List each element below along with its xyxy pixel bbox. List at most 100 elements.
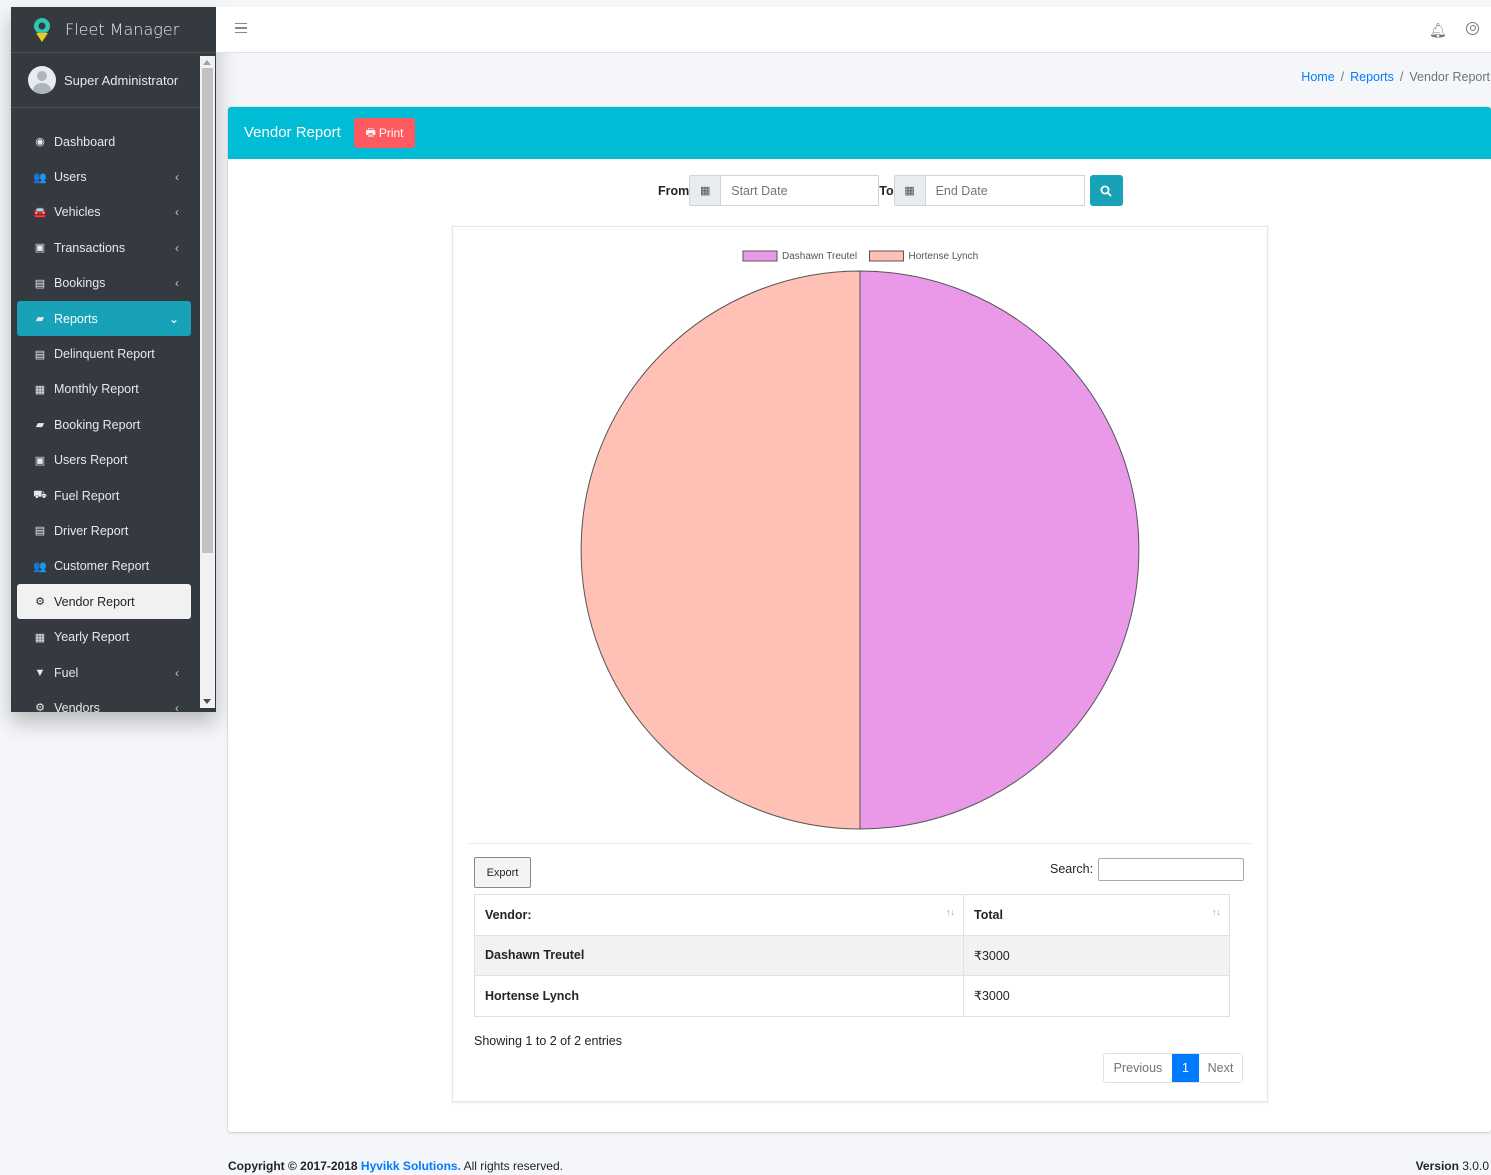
sidebar-item-users[interactable]: 👥 Users ‹ xyxy=(17,159,191,194)
sidebar-item-label: Vendor Report xyxy=(54,594,135,609)
sidebar-item-label: Transactions xyxy=(54,240,126,255)
chevron-icon: ‹ xyxy=(175,170,179,185)
sidebar-item-dashboard[interactable]: ◉ Dashboard xyxy=(17,124,191,159)
calendar-icon[interactable]: ▦ xyxy=(689,175,722,206)
to-label: To xyxy=(879,183,894,198)
sidebar-nav: ◉ Dashboard 👥 Users ‹ 🚘 Vehicles ‹ ▣ Transactions… xyxy=(17,124,191,712)
calendar-icon: ▦ xyxy=(34,383,46,396)
legend-swatch[interactable] xyxy=(869,250,904,262)
calendar-icon[interactable]: ▦ xyxy=(893,175,926,206)
menu-toggle-icon[interactable] xyxy=(235,23,247,33)
pagination: Previous 1 Next xyxy=(1103,1053,1243,1083)
filter-icon: ▼ xyxy=(34,666,46,679)
total-cell: ₹3000 xyxy=(963,975,1230,1017)
sidebar-item-label: Booking Report xyxy=(54,417,141,432)
search-icon xyxy=(1100,185,1112,197)
user-panel[interactable]: Super Administrator xyxy=(11,53,208,108)
brand-title: Fleet Manager xyxy=(65,20,180,39)
vendor-table: Vendor: ↑↓ Total ↑↓ Dashawn Treutel ₹3000 … xyxy=(474,894,1230,1017)
bell-icon[interactable]: 🔔︎ xyxy=(1429,22,1447,39)
previous-page-button[interactable]: Previous xyxy=(1104,1054,1172,1082)
sidebar-item-label: Customer Report xyxy=(54,559,150,574)
legend-swatch[interactable] xyxy=(742,250,778,262)
user-menu-icon[interactable] xyxy=(1466,22,1479,35)
pie-slice[interactable] xyxy=(580,270,861,830)
sidebar-item-label: Monthly Report xyxy=(54,382,139,397)
sidebar-item-driver-report[interactable]: ▤ Driver Report xyxy=(17,513,191,548)
brand[interactable]: Fleet Manager xyxy=(11,7,216,53)
sidebar-item-customer-report[interactable]: 👥 Customer Report xyxy=(17,549,191,584)
scroll-up-arrow-icon[interactable] xyxy=(203,60,211,65)
breadcrumb-current: Vendor Report xyxy=(1409,70,1490,84)
end-date-input[interactable] xyxy=(925,175,1085,206)
copyright-text: Copyright © 2017-2018 xyxy=(228,1159,358,1173)
sidebar-item-vehicles[interactable]: 🚘 Vehicles ‹ xyxy=(17,195,191,230)
sidebar-item-delinquent-report[interactable]: ▤ Delinquent Report xyxy=(17,336,191,371)
chevron-icon: ‹ xyxy=(175,276,179,291)
sidebar-item-vendors[interactable]: ⚙ Vendors ‹ xyxy=(17,690,191,712)
search-button[interactable] xyxy=(1089,175,1123,206)
next-page-button[interactable]: Next xyxy=(1199,1054,1242,1082)
sidebar-item-label: Fuel Report xyxy=(54,488,120,503)
sort-icon: ↑↓ xyxy=(946,907,955,917)
chevron-icon: ‹ xyxy=(175,700,179,712)
scroll-thumb[interactable] xyxy=(202,68,213,553)
table-row: Hortense Lynch ₹3000 xyxy=(474,975,1230,1017)
breadcrumb-separator: / xyxy=(1399,70,1404,84)
pie-slice[interactable] xyxy=(859,270,1140,830)
total-cell: ₹3000 xyxy=(963,934,1230,976)
sidebar-item-users-report[interactable]: ▣ Users Report xyxy=(17,443,191,478)
print-button[interactable]: 🖶 Print xyxy=(354,118,415,148)
avatar xyxy=(28,66,56,94)
sidebar-scrollbar[interactable] xyxy=(200,56,215,708)
fleet-logo-icon xyxy=(34,17,50,42)
sidebar-item-yearly-report[interactable]: ▦ Yearly Report xyxy=(17,619,191,654)
sidebar-item-transactions[interactable]: ▣ Transactions ‹ xyxy=(17,230,191,265)
column-header-label: Vendor: xyxy=(485,907,532,922)
divider xyxy=(469,843,1251,844)
print-label: Print xyxy=(378,126,404,140)
sidebar-item-label: Fuel xyxy=(54,665,79,680)
sidebar-item-bookings[interactable]: ▤ Bookings ‹ xyxy=(17,266,191,301)
sidebar-item-reports[interactable]: ▰ Reports ⌄ xyxy=(17,300,191,337)
column-header-total[interactable]: Total ↑↓ xyxy=(963,894,1230,936)
legend-label[interactable]: Dashawn Treutel xyxy=(782,251,857,262)
table-search-input[interactable] xyxy=(1098,858,1244,881)
chevron-icon: ⌄ xyxy=(168,311,179,326)
version-number: 3.0.0 xyxy=(1462,1159,1489,1173)
users-icon: 👥 xyxy=(33,560,47,573)
footer: Copyright © 2017-2018 Hyvikk Solutions. … xyxy=(228,1159,563,1173)
calendar-icon: ▦ xyxy=(34,631,46,644)
cogs-icon: ⚙ xyxy=(35,596,45,609)
table-info: Showing 1 to 2 of 2 entries xyxy=(474,1034,623,1048)
start-date-input[interactable] xyxy=(721,175,880,206)
breadcrumb-home[interactable]: Home xyxy=(1301,70,1334,84)
sidebar-item-label: Users xyxy=(54,170,87,185)
chevron-icon: ‹ xyxy=(175,665,179,680)
legend-label[interactable]: Hortense Lynch xyxy=(909,251,979,262)
sidebar-item-vendor-report[interactable]: ⚙ Vendor Report xyxy=(17,584,191,620)
chevron-icon: ‹ xyxy=(175,240,179,255)
breadcrumb-separator: / xyxy=(1340,70,1345,84)
user-name: Super Administrator xyxy=(64,72,179,88)
sidebar-item-booking-report[interactable]: ▰ Booking Report xyxy=(17,407,191,442)
page-1-button[interactable]: 1 xyxy=(1172,1054,1199,1082)
car-icon: 🚘 xyxy=(33,206,47,219)
column-header-vendor[interactable]: Vendor: ↑↓ xyxy=(474,894,964,936)
sidebar-item-fuel-report[interactable]: ⛟ Fuel Report xyxy=(17,478,191,513)
scroll-down-arrow-icon[interactable] xyxy=(203,699,211,704)
sidebar-item-label: Reports xyxy=(54,311,98,326)
sidebar-item-label: Delinquent Report xyxy=(54,347,155,362)
vendor-report-card: Vendor Report 🖶 Print From ▦ To ▦ Dashaw… xyxy=(228,107,1491,1132)
version-label: Version xyxy=(1415,1159,1459,1173)
sidebar-item-fuel[interactable]: ▼ Fuel ‹ xyxy=(17,655,191,690)
table-header-row: Vendor: ↑↓ Total ↑↓ xyxy=(474,894,1230,936)
export-button[interactable]: Export xyxy=(474,857,531,888)
sidebar-item-label: Vendors xyxy=(54,700,100,712)
sidebar-item-monthly-report[interactable]: ▦ Monthly Report xyxy=(17,372,191,407)
sidebar-item-label: Driver Report xyxy=(54,523,129,538)
version-info: Version 3.0.0 xyxy=(1416,1159,1489,1173)
truck-icon: ⛟ xyxy=(33,488,47,501)
company-link[interactable]: Hyvikk Solutions. xyxy=(361,1159,461,1173)
breadcrumb-reports[interactable]: Reports xyxy=(1350,70,1394,84)
